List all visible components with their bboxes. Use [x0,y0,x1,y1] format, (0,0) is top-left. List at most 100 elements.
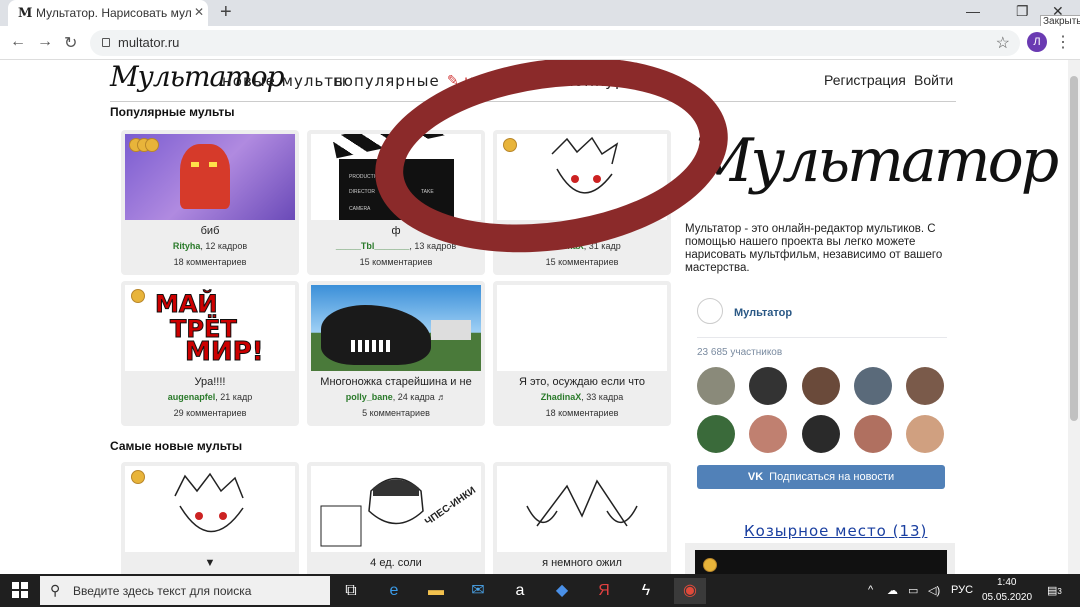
vk-member-avatar[interactable] [697,367,735,405]
cartoon-author[interactable]: Rityha [173,241,201,251]
cartoon-author[interactable]: augenapfel [168,392,216,402]
cartoon-card[interactable]: я немного ожил [493,462,671,574]
cartoon-title[interactable]: биб [121,225,299,237]
medal-icon [131,470,145,484]
cartoon-title[interactable]: ▼ [121,557,299,569]
vk-member-avatar[interactable] [749,367,787,405]
cartoon-frames: , 24 кадра ♬ [392,392,447,402]
vk-group-avatar[interactable] [697,298,723,324]
vk-member-avatar[interactable] [906,415,944,453]
cartoon-author[interactable]: polly_bane [346,392,393,402]
bookmark-star-icon[interactable]: ☆ [996,33,1010,53]
task-view-icon[interactable]: ⧉ [335,578,367,604]
reload-icon[interactable]: ↻ [64,33,77,53]
cartoon-thumbnail[interactable] [497,466,667,552]
profile-avatar[interactable]: Л [1027,32,1047,52]
cartoon-thumbnail[interactable]: МАЙ ТРЁТ МИР! [125,285,295,371]
medal-icon [145,138,159,152]
chrome-icon[interactable]: ◉ [674,578,706,604]
cartoon-title[interactable]: я немного ожил [493,557,671,569]
forward-icon[interactable]: → [37,33,53,51]
vk-logo-icon: VK [747,471,764,483]
cartoon-meta: augenapfel, 21 кадр [121,392,299,402]
lock-icon [102,38,110,47]
cartoon-comments[interactable]: 18 комментариев [493,408,671,418]
vk-member-avatar[interactable] [854,415,892,453]
cartoon-title[interactable]: Ура!!!! [121,376,299,388]
vk-member-avatar[interactable] [697,415,735,453]
back-icon[interactable]: ← [10,33,26,51]
cartoon-thumbnail[interactable] [125,466,295,552]
cartoon-card[interactable]: ЧПЕС-ИНКИ 4 ед. соли [307,462,485,574]
vk-divider [697,337,947,338]
windows-start-icon[interactable] [12,582,28,598]
trump-card[interactable] [685,543,955,574]
browser-menu-icon[interactable]: ⋮ [1055,32,1071,52]
vk-member-avatar[interactable] [802,415,840,453]
minimize-icon[interactable]: — [966,3,980,19]
vk-group-name[interactable]: Мультатор [734,307,792,319]
cartoon-comments[interactable]: 15 комментариев [493,257,671,267]
cartoon-thumbnail[interactable] [695,550,947,574]
cartoon-author[interactable]: _____Tbl_______ [336,241,410,251]
cartoon-thumbnail[interactable] [497,285,667,371]
address-bar[interactable]: multator.ru ☆ [90,30,1020,56]
clock-date[interactable]: 05.05.2020 [982,592,1032,603]
clock-time[interactable]: 1:40 [997,577,1016,588]
cartoon-comments[interactable]: 15 комментариев [307,257,485,267]
network-icon[interactable]: ▭ [908,584,918,597]
onedrive-icon[interactable]: ☁ [887,584,898,597]
cartoon-card[interactable]: МАЙ ТРЁТ МИР! Ура!!!! augenapfel, 21 кад… [121,281,299,426]
taskbar-search-box[interactable]: ⚲ Введите здесь текст для поиска [40,576,330,605]
cartoon-card[interactable]: биб Rityha, 12 кадров 18 комментариев [121,130,299,275]
vk-subscribe-label: Подписаться на новости [769,471,895,483]
cartoon-thumbnail[interactable] [311,285,481,371]
file-explorer-icon[interactable]: ▬ [420,578,452,604]
vk-member-avatar[interactable] [749,415,787,453]
trump-place-title[interactable]: Козырное место (13) [744,522,927,540]
yandex-icon[interactable]: Я [588,578,620,604]
cartoon-meta: Rityha, 12 кадров [121,241,299,251]
cartoon-thumbnail[interactable] [125,134,295,220]
mail-icon[interactable]: ✉ [462,578,494,604]
cartoon-card[interactable]: ▼ [121,462,299,574]
cartoon-title[interactable]: 4 ед. соли [307,557,485,569]
cartoon-title[interactable]: Я это, осуждаю если что [493,376,671,388]
cartoon-frames: , 21 кадр [215,392,253,402]
thumbnail-text: МИР! [185,337,265,368]
vk-member-avatar[interactable] [854,367,892,405]
browser-tab[interactable]: M Мультатор. Нарисовать мультфильм ✕ [8,0,208,26]
app-icon[interactable]: ϟ [630,578,662,604]
cartoon-card[interactable]: Многоножка старейшина и не polly_bane, 2… [307,281,485,426]
cartoon-title[interactable]: Многоножка старейшина и не [307,376,485,388]
cartoon-frames: , 33 кадра [581,392,624,402]
scrollbar-thumb[interactable] [1070,76,1078,421]
edge-icon[interactable]: e [378,578,410,604]
volume-icon[interactable]: ◁) [928,584,940,597]
notifications-icon[interactable]: ▤3 [1047,584,1062,597]
tab-close-icon[interactable]: ✕ [194,5,204,19]
amazon-icon[interactable]: a [504,578,536,604]
cartoon-comments[interactable]: 29 комментариев [121,408,299,418]
windows-taskbar: ⚲ Введите здесь текст для поиска ⧉ e ▬ ✉… [0,574,1080,607]
cartoon-comments[interactable]: 5 комментариев [307,408,485,418]
cartoon-thumbnail[interactable]: ЧПЕС-ИНКИ [311,466,481,552]
page-scrollbar[interactable] [1068,60,1080,574]
cartoon-comments[interactable]: 18 комментариев [121,257,299,267]
cartoon-card[interactable]: Я это, осуждаю если что ZhadinaX, 33 кад… [493,281,671,426]
dropbox-icon[interactable]: ◆ [546,578,578,604]
vk-members-count[interactable]: 23 685 участников [697,347,782,358]
vk-subscribe-button[interactable]: VK Подписаться на новости [697,465,945,489]
new-tab-button[interactable]: + [220,1,232,24]
vk-member-avatar[interactable] [906,367,944,405]
nav-new[interactable]: новые мульты [222,72,347,90]
register-link[interactable]: Регистрация [824,72,906,88]
tray-chevron-icon[interactable]: ^ [868,584,873,596]
vk-member-avatar[interactable] [802,367,840,405]
language-indicator[interactable]: РУС [951,584,973,596]
taskbar-search-placeholder: Введите здесь текст для поиска [73,584,252,598]
cartoon-author[interactable]: ZhadinaX [541,392,582,402]
nav-popular[interactable]: популярные [333,72,440,90]
restore-icon[interactable]: ❐ [1016,3,1029,20]
login-link[interactable]: Войти [914,72,953,88]
